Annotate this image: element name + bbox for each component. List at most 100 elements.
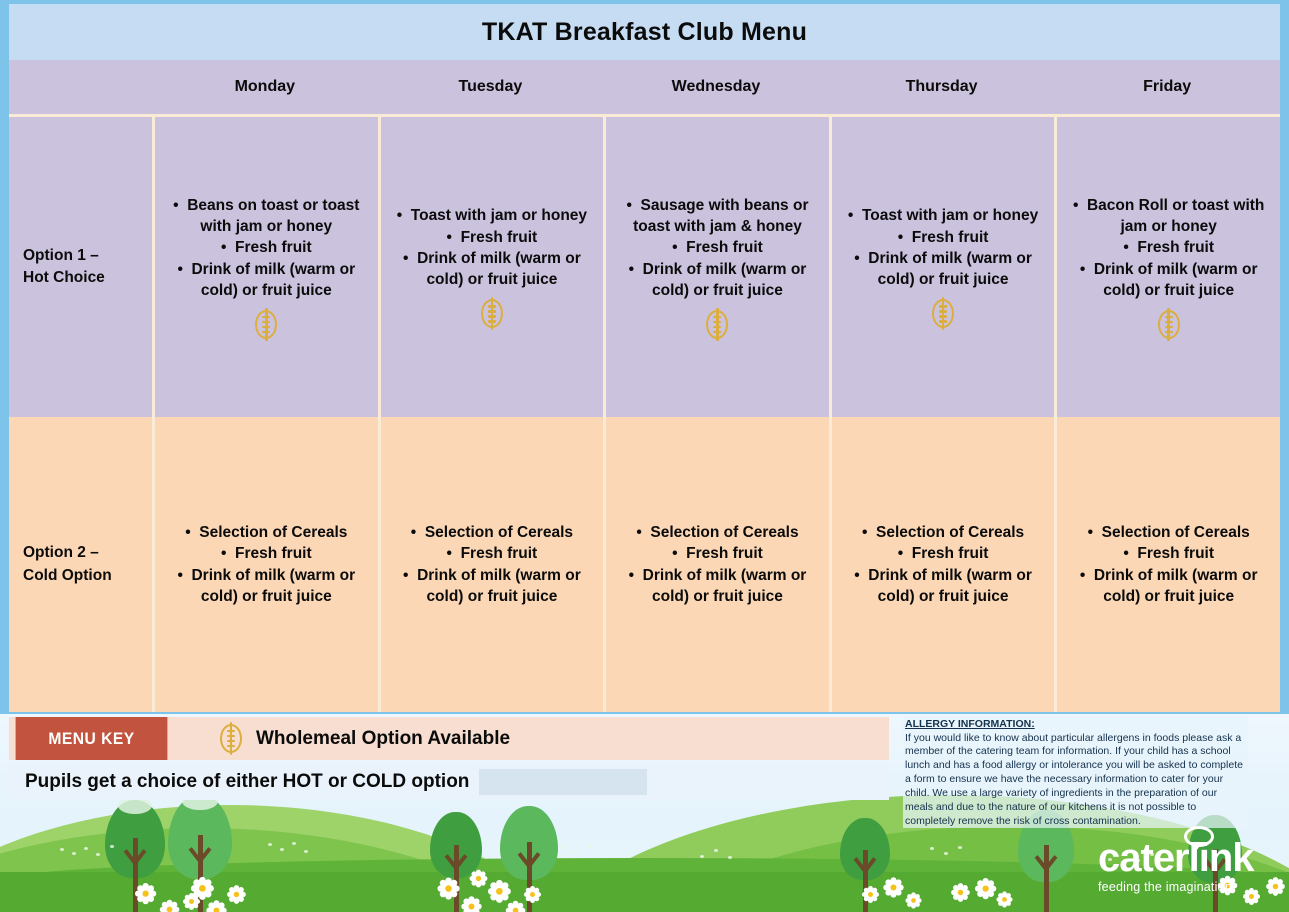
day-header-thursday: Thursday [905, 78, 978, 95]
grass-speck [72, 852, 76, 855]
wholemeal-indicator [932, 297, 955, 331]
daisy-icon [905, 892, 922, 909]
menu-item-list: Toast with jam or honeyFresh fruitDrink … [387, 205, 598, 291]
menu-item: Fresh fruit [1063, 543, 1274, 564]
menu-cell-cold-thursday: Selection of CerealsFresh fruitDrink of … [828, 417, 1055, 712]
menu-item: Fresh fruit [838, 227, 1049, 248]
grass-speck [304, 850, 308, 853]
day-header-row: Monday Tuesday Wednesday Thursday Friday [9, 60, 1280, 117]
menu-item: Fresh fruit [612, 543, 823, 564]
pupils-note-blank-box [479, 769, 648, 795]
menu-item: Selection of Cereals [1063, 522, 1274, 543]
caterlink-wordmark: caterlink [1098, 836, 1255, 880]
menu-item-list: Selection of CerealsFresh fruitDrink of … [838, 522, 1049, 608]
caterlink-tagline: feeding the imagination [1098, 880, 1232, 894]
grass-speck [714, 849, 718, 852]
menu-title-bar: TKAT Breakfast Club Menu [9, 4, 1280, 60]
menu-item: Sausage with beans or toast with jam & h… [612, 195, 823, 238]
menu-item: Toast with jam or honey [838, 205, 1049, 226]
page-title: TKAT Breakfast Club Menu [481, 17, 808, 46]
menu-item: Selection of Cereals [612, 522, 823, 543]
menu-item: Drink of milk (warm or cold) or fruit ju… [612, 259, 823, 302]
menu-item: Drink of milk (warm or cold) or fruit ju… [387, 565, 598, 608]
daisy-icon [882, 876, 905, 899]
day-header-wednesday: Wednesday [671, 78, 761, 95]
menu-item: Drink of milk (warm or cold) or fruit ju… [161, 259, 372, 302]
daisy-icon [469, 869, 488, 888]
row-label-line2: Cold Option [23, 566, 112, 584]
menu-cell-cold-tuesday: Selection of CerealsFresh fruitDrink of … [377, 417, 604, 712]
menu-item-list: Bacon Roll or toast with jam or honeyFre… [1063, 195, 1274, 302]
daisy-icon [227, 885, 247, 905]
wheat-icon [255, 307, 278, 341]
menu-item: Fresh fruit [387, 227, 598, 248]
menu-item-list: Beans on toast or toast with jam or hone… [161, 195, 372, 302]
daisy-icon [996, 891, 1013, 908]
grass-speck [280, 848, 284, 851]
daisy-icon [159, 899, 180, 912]
wholemeal-indicator [255, 307, 278, 341]
menu-item: Drink of milk (warm or cold) or fruit ju… [1063, 259, 1274, 302]
menu-item: Selection of Cereals [838, 522, 1049, 543]
menu-card: TKAT Breakfast Club Menu Monday Tuesday … [9, 4, 1280, 712]
row-label-cold: Option 2 – Cold Option [9, 417, 152, 712]
grass-speck [930, 847, 934, 850]
menu-item: Beans on toast or toast with jam or hone… [161, 195, 372, 238]
menu-item-list: Selection of CerealsFresh fruitDrink of … [387, 522, 598, 608]
wheat-icon [220, 722, 242, 755]
day-header-tuesday: Tuesday [458, 78, 523, 95]
wheat-icon [1157, 307, 1180, 341]
wholemeal-indicator [480, 297, 503, 331]
row-label-hot: Option 1 – Hot Choice [9, 117, 152, 417]
daisy-icon [460, 895, 483, 912]
day-header-monday: Monday [234, 78, 296, 95]
menu-cell-hot-thursday: Toast with jam or honeyFresh fruitDrink … [828, 117, 1055, 417]
menu-item: Fresh fruit [387, 543, 598, 564]
daisy-icon [505, 900, 526, 912]
menu-item: Drink of milk (warm or cold) or fruit ju… [161, 565, 372, 608]
menu-item-list: Selection of CerealsFresh fruitDrink of … [612, 522, 823, 608]
row-label-line1: Option 1 – [23, 246, 99, 264]
menu-key-band: MENU KEY Wholemeal Option Available [9, 717, 889, 760]
wheat-icon [480, 297, 503, 331]
grass-speck [944, 852, 948, 855]
menu-item: Fresh fruit [612, 237, 823, 258]
menu-item: Fresh fruit [1063, 237, 1274, 258]
grass-speck [60, 848, 64, 851]
daisy-icon [435, 875, 462, 902]
day-header-friday: Friday [1143, 78, 1192, 95]
allergy-body-text: If you would like to know about particul… [905, 731, 1243, 827]
grass-speck [268, 843, 272, 846]
menu-item-list: Sausage with beans or toast with jam & h… [612, 195, 823, 302]
menu-row-hot: Option 1 – Hot Choice Beans on toast or to… [9, 117, 1280, 417]
allergy-information-box: ALLERGY INFORMATION: If you would like t… [903, 716, 1248, 828]
wholemeal-key-label: Wholemeal Option Available [256, 727, 511, 749]
daisy-icon [1266, 877, 1286, 897]
menu-item: Drink of milk (warm or cold) or fruit ju… [612, 565, 823, 608]
menu-item: Toast with jam or honey [387, 205, 598, 226]
daisy-icon [951, 883, 971, 903]
menu-item: Drink of milk (warm or cold) or fruit ju… [838, 565, 1049, 608]
daisy-icon [973, 876, 998, 901]
grass-speck [728, 856, 732, 859]
grass-speck [84, 847, 88, 850]
grass-speck [958, 846, 962, 849]
menu-cell-hot-tuesday: Toast with jam or honeyFresh fruitDrink … [377, 117, 604, 417]
daisy-icon [861, 885, 879, 903]
wholemeal-indicator [1157, 307, 1180, 341]
wholemeal-key-item: Wholemeal Option Available [220, 722, 511, 755]
menu-item: Fresh fruit [161, 237, 372, 258]
menu-body: Option 1 – Hot Choice Beans on toast or to… [9, 117, 1280, 712]
speech-bubble-icon [1184, 826, 1214, 851]
menu-item-list: Selection of CerealsFresh fruitDrink of … [1063, 522, 1274, 608]
menu-item: Selection of Cereals [161, 522, 372, 543]
grass-speck [292, 842, 296, 845]
menu-key-badge: MENU KEY [15, 717, 168, 760]
menu-item: Bacon Roll or toast with jam or honey [1063, 195, 1274, 238]
pupils-choice-note: Pupils get a choice of either HOT or COL… [25, 771, 470, 792]
breakfast-menu-page: TKAT Breakfast Club Menu Monday Tuesday … [0, 0, 1289, 912]
caterlink-logo: caterlink feeding the imagination [1098, 826, 1268, 902]
menu-frame: TKAT Breakfast Club Menu Monday Tuesday … [0, 0, 1289, 714]
grass-speck [96, 853, 100, 856]
menu-item-list: Toast with jam or honeyFresh fruitDrink … [838, 205, 1049, 291]
